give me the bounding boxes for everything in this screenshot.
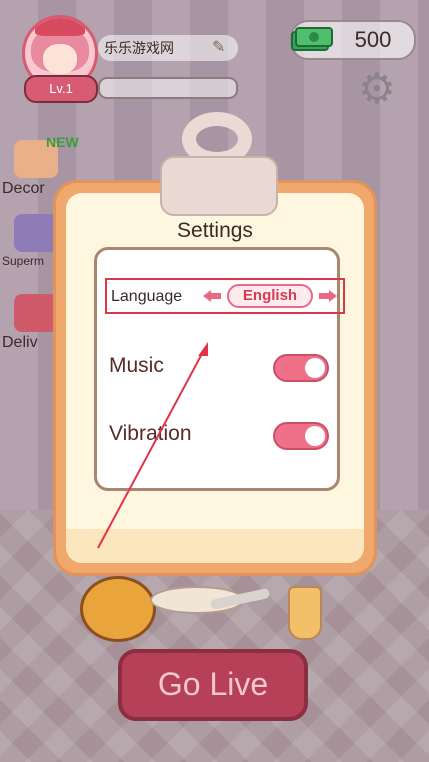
language-value[interactable]: English [227,284,313,308]
clipboard-clip [160,112,278,216]
go-live-button[interactable]: Go Live [118,649,308,721]
currency-value: 500 [354,27,392,52]
avatar-face [43,44,77,74]
toggle-knob [305,358,325,378]
paper-bottom-edge [66,529,364,563]
settings-dialog: Settings Language English Music Vibratio… [53,180,377,576]
arrow-left-icon[interactable] [203,290,221,302]
toggle-knob [305,426,325,446]
food-bowl-image [80,576,156,642]
music-label: Music [109,354,164,377]
delivery-icon [14,294,58,332]
avatar-hat [35,18,85,36]
xp-progress-bar [98,77,238,99]
supermarket-icon [14,214,58,252]
settings-panel: Language English Music Vibration [94,247,345,491]
vibration-toggle[interactable] [273,422,329,450]
drink-image [288,586,322,640]
language-row: Language English [105,278,345,314]
music-toggle[interactable] [273,354,329,382]
player-profile[interactable]: 乐乐游戏网 ✎ Lv.1 [22,15,242,105]
currency-display: 500 [290,20,416,60]
dialog-paper: Settings Language English Music Vibratio… [66,193,364,563]
money-icon [291,27,333,51]
pencil-icon[interactable]: ✎ [212,37,230,56]
new-tag: NEW [46,134,79,150]
vibration-label: Vibration [109,422,192,445]
clip-base [160,156,278,216]
dialog-title: Settings [177,219,253,242]
level-badge: Lv.1 [24,75,98,103]
gear-icon[interactable]: ⚙ [354,66,400,112]
language-label: Language [111,288,183,305]
arrow-right-icon[interactable] [319,290,337,302]
